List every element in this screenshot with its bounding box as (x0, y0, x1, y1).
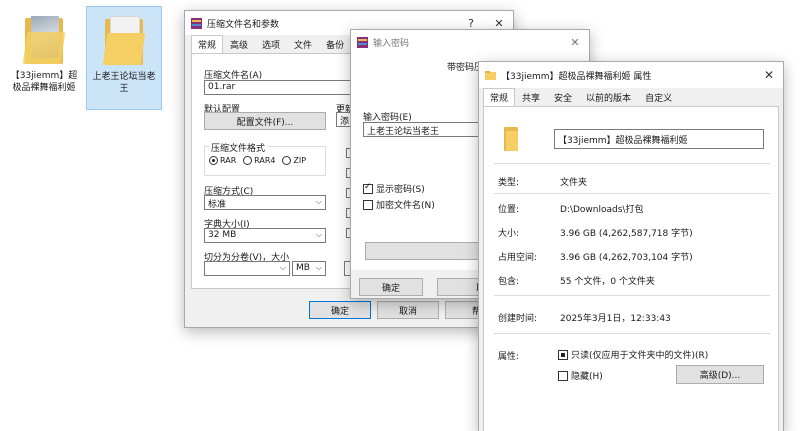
divider (494, 333, 770, 334)
size-on-disk-value: 3.96 GB (4,262,703,104 字节) (560, 253, 693, 263)
size-label: 大小: (498, 229, 520, 239)
properties-dialog: 【33jiemm】超极品裸舞福利姬 属性 ✕ 常规 共享 安全 以前的版本 自定… (478, 61, 784, 431)
type-value: 文件夹 (560, 178, 588, 188)
contains-label: 包含: (498, 277, 520, 287)
split-unit-select[interactable]: MB ⌵ (292, 261, 326, 276)
type-label: 类型: (498, 178, 520, 188)
checkbox-empty-icon (558, 370, 568, 381)
password-dialog-title: 输入密码 (373, 38, 410, 49)
tab-advanced[interactable]: 高级 (223, 35, 255, 53)
chevron-down-icon: ⌵ (315, 263, 322, 272)
profile-button[interactable]: 配置文件(F)... (204, 112, 326, 130)
chevron-down-icon: ⌵ (315, 230, 322, 239)
tab-general[interactable]: 常规 (483, 88, 516, 106)
size-value: 3.96 GB (4,262,587,718 字节) (560, 229, 693, 239)
archive-format-group: 压缩文件格式 RAR RAR4 ZIP (204, 141, 326, 176)
cancel-button[interactable]: 取消 (377, 301, 439, 319)
tab-security[interactable]: 安全 (547, 88, 579, 106)
chevron-down-icon: ⌵ (315, 197, 322, 206)
split-size-select[interactable]: ⌵ (204, 261, 290, 276)
checkbox-empty-icon (363, 199, 373, 210)
readonly-checkbox[interactable]: 只读(仅应用于文件夹中的文件)(R) (558, 348, 708, 361)
folder-icon (101, 15, 147, 67)
contains-value: 55 个文件，0 个文件夹 (560, 277, 655, 287)
close-icon[interactable]: ✕ (755, 68, 783, 82)
encrypt-filenames-checkbox[interactable]: 加密文件名(N) (363, 198, 435, 211)
format-rar4-radio[interactable]: RAR4 (243, 156, 276, 165)
size-on-disk-label: 占用空间: (498, 253, 538, 263)
folder-name-input[interactable]: 【33jiemm】超极品裸舞福利姬 (554, 129, 764, 149)
chevron-down-icon: ⌵ (279, 263, 286, 272)
winrar-icon (357, 36, 368, 48)
archive-format-title: 压缩文件格式 (209, 141, 268, 154)
password-dialog-titlebar: 输入密码 ✕ (351, 30, 589, 54)
tab-customize[interactable]: 自定义 (638, 88, 679, 106)
close-icon[interactable]: ✕ (485, 17, 513, 30)
dictionary-size-select[interactable]: 32 MB ⌵ (204, 228, 326, 243)
tab-general[interactable]: 常规 (191, 35, 224, 53)
close-icon[interactable]: ✕ (561, 36, 589, 49)
advanced-button[interactable]: 高级(D)... (676, 365, 764, 384)
tab-previous-versions[interactable]: 以前的版本 (579, 88, 638, 106)
tab-sharing[interactable]: 共享 (515, 88, 547, 106)
tab-options[interactable]: 选项 (255, 35, 287, 53)
desktop-folder-33jiemm[interactable]: 【33jiemm】超极品裸舞福利姬 (6, 6, 82, 110)
hidden-checkbox[interactable]: 隐藏(H) (558, 369, 603, 382)
winrar-icon (191, 17, 202, 29)
attributes-label: 属性: (498, 352, 520, 362)
show-password-checkbox[interactable]: 显示密码(S) (363, 182, 425, 195)
folder-with-photo-icon (21, 14, 67, 66)
desktop-icon-label: 上老王论坛当老王 (92, 72, 156, 94)
properties-tabs: 常规 共享 安全 以前的版本 自定义 (479, 88, 783, 106)
tab-files[interactable]: 文件 (287, 35, 319, 53)
location-label: 位置: (498, 205, 520, 215)
location-value: D:\Downloads\打包 (560, 205, 644, 215)
divider (494, 163, 770, 164)
desktop-icon-label: 【33jiemm】超极品裸舞福利姬 (10, 71, 78, 93)
format-rar-radio[interactable]: RAR (209, 156, 236, 165)
properties-general-panel: 【33jiemm】超极品裸舞福利姬 类型: 文件夹 位置: D:\Downloa… (483, 106, 779, 431)
divider (494, 193, 770, 194)
help-button[interactable]: ? (457, 17, 485, 30)
format-zip-radio[interactable]: ZIP (282, 156, 306, 165)
checkbox-indeterminate-icon (558, 349, 568, 360)
compression-method-select[interactable]: 标准 ⌵ (204, 195, 326, 210)
folder-icon (504, 127, 518, 151)
tab-backup[interactable]: 备份 (319, 35, 351, 53)
checkbox-checked-icon (363, 182, 373, 194)
created-label: 创建时间: (498, 314, 538, 324)
properties-title: 【33jiemm】超极品裸舞福利姬 属性 (501, 71, 652, 82)
desktop-folder-laowang[interactable]: 上老王论坛当老王 (86, 6, 162, 110)
folder-icon (485, 70, 496, 80)
ok-button[interactable]: 确定 (309, 301, 371, 319)
password-ok-button[interactable]: 确定 (359, 278, 423, 296)
created-value: 2025年3月1日，12:33:43 (560, 314, 671, 324)
divider (494, 295, 770, 296)
compress-dialog-title: 压缩文件名和参数 (207, 19, 280, 30)
properties-titlebar: 【33jiemm】超极品裸舞福利姬 属性 ✕ (479, 62, 783, 88)
